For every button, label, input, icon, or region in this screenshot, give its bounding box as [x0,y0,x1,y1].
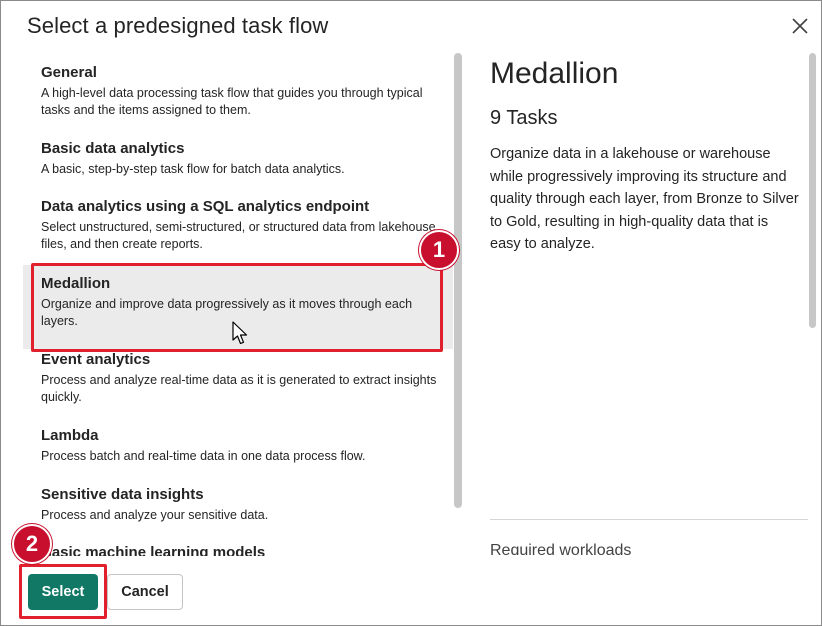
list-item-title: Sensitive data insights [41,486,204,503]
mouse-cursor-icon [232,321,248,345]
detail-panel: Medallion 9 Tasks Organize data in a lak… [490,55,800,256]
list-item-desc: Process batch and real-time data in one … [41,449,366,463]
list-item-desc: Process and analyze real-time data as it… [41,373,437,404]
annotation-badge-2: 2 [12,524,52,564]
list-item-desc: Process and analyze your sensitive data. [41,508,269,522]
list-item-sql-analytics[interactable]: Data analytics using a SQL analytics end… [23,197,453,253]
task-flow-dialog: Select a predesigned task flow General A… [0,0,822,626]
list-item-title: General [41,64,97,81]
list-item-sensitive-data[interactable]: Sensitive data insights Process and anal… [23,485,453,524]
list-item-desc: A basic, step-by-step task flow for batc… [41,162,345,176]
list-item-general[interactable]: General A high-level data processing tas… [23,63,453,119]
required-workloads-label: Required workloads [490,542,632,555]
list-item-title: Basic machine learning models [41,544,266,556]
list-item-title: Lambda [41,427,99,444]
annotation-highlight-select [19,564,107,619]
cancel-button[interactable]: Cancel [107,574,183,610]
dialog-title: Select a predesigned task flow [27,13,329,38]
list-item-desc: Select unstructured, semi-structured, or… [41,220,436,251]
close-button[interactable] [787,13,813,39]
list-item-basic-data-analytics[interactable]: Basic data analytics A basic, step-by-st… [23,139,453,178]
detail-divider [490,519,808,520]
list-scrollbar[interactable] [454,53,462,508]
list-item-title: Event analytics [41,351,151,368]
close-icon [792,18,808,34]
list-item-event-analytics[interactable]: Event analytics Process and analyze real… [23,350,453,406]
list-item-basic-ml-models[interactable]: Basic machine learning models [23,543,453,556]
list-item-desc: A high-level data processing task flow t… [41,86,423,117]
annotation-badge-1: 1 [419,230,459,270]
detail-task-count: 9 Tasks [490,107,558,129]
list-item-lambda[interactable]: Lambda Process batch and real-time data … [23,426,453,465]
detail-scrollbar[interactable] [809,53,816,328]
list-item-title: Data analytics using a SQL analytics end… [41,198,370,215]
detail-title: Medallion [490,57,619,90]
detail-description: Organize data in a lakehouse or warehous… [490,146,799,252]
list-item-title: Basic data analytics [41,140,185,157]
